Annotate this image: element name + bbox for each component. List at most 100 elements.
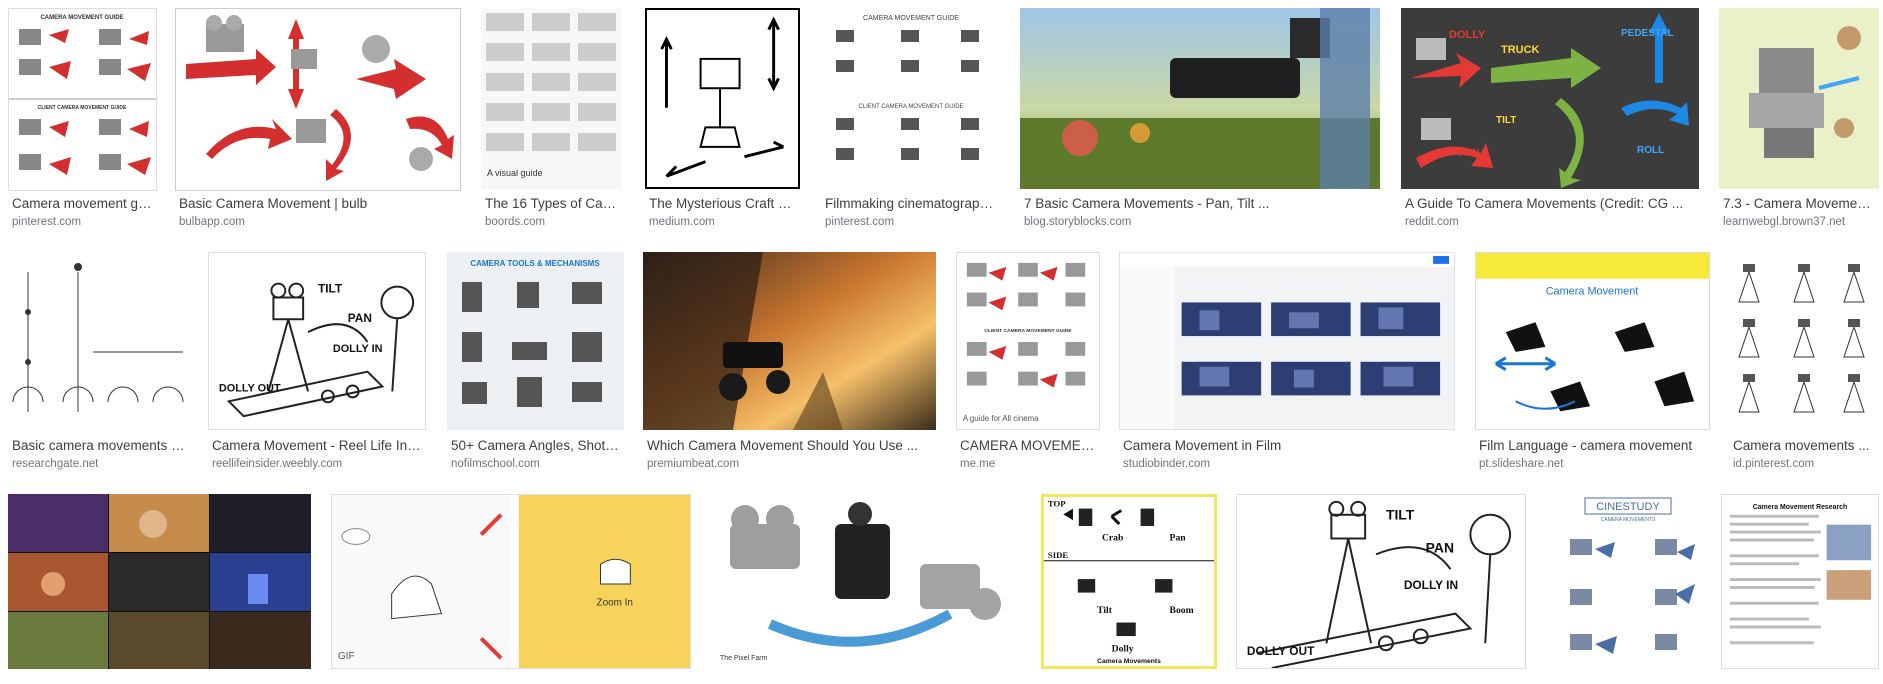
result-title[interactable]: Basic Camera Movement | bulb [179,196,457,212]
tilt-label: TILT [318,282,343,296]
result-source[interactable]: reellifeinsider.weebly.com [212,457,424,471]
result-source[interactable]: pt.slideshare.net [1479,457,1708,471]
image-result[interactable]: Which Camera Movement Should You Use ...… [643,252,936,470]
result-source[interactable]: bulbapp.com [179,215,457,229]
guide-header-text: CAMERA MOVEMENT GUIDE [40,15,123,21]
thumbnail[interactable]: CAMERA MOVEMENT GUIDE CLIENT CAMERA MOVE… [8,8,157,191]
tilt-label: TILT [1386,507,1415,523]
result-source[interactable]: studiobinder.com [1123,457,1453,471]
thumbnail[interactable]: Camera Movement Research [1721,494,1879,669]
image-result[interactable]: 7.3 - Camera Movement ... learnwebgl.bro… [1719,8,1879,228]
caption-label: Camera Movements [1097,658,1161,665]
pan-label: PAN [348,311,372,325]
result-title[interactable]: The 16 Types of Camer... [485,196,620,212]
image-result[interactable]: CAMERA TOOLS & MECHANISMS 50+ Camera Ang… [447,252,624,470]
zoom-in-label: Zoom In [597,598,633,609]
result-title[interactable]: The Mysterious Craft of ... [649,196,798,212]
thumbnail[interactable]: Camera Movement [1475,252,1710,430]
image-result[interactable]: CAMERA MOVEMENT GUIDE CLIENT CAMERA MOVE… [8,8,157,228]
image-result[interactable]: The Pixel Farm [710,494,1022,674]
result-source[interactable]: nofilmschool.com [451,457,622,471]
thumbnail[interactable] [1729,252,1879,430]
results-row-3: GIF Zoom In The Pixel Farm TOP Crab Pan [0,494,1883,684]
thumbnail[interactable] [643,252,936,430]
thumbnail[interactable] [1020,8,1380,189]
result-title[interactable]: 50+ Camera Angles, Shots, a... [451,438,622,454]
client-header-text: CLIENT CAMERA MOVEMENT GUIDE [858,104,963,110]
result-source[interactable]: medium.com [649,215,798,229]
thumbnail[interactable]: CLIENT CAMERA MOVEMENT GUIDE A guide for… [956,252,1100,430]
truck-label: TRUCK [1501,44,1540,56]
result-title[interactable]: 7 Basic Camera Movements - Pan, Tilt ... [1024,196,1378,212]
thumbnail[interactable]: TILT PAN DOLLY IN DOLLY OUT [1236,494,1526,669]
result-source[interactable]: reddit.com [1405,215,1697,229]
image-result[interactable]: Camera movements ... id.pinterest.com [1729,252,1879,470]
pan-label: Pan [1170,532,1187,543]
result-source[interactable]: researchgate.net [12,457,186,471]
result-source[interactable]: learnwebgl.brown37.net [1723,215,1877,229]
result-title[interactable]: Film Language - camera movement [1479,438,1708,454]
results-row-2: Basic camera movements in... researchgat… [0,252,1883,470]
research-title: Camera Movement Research [1753,504,1847,511]
thumbnail[interactable] [8,494,311,669]
image-result[interactable]: CAMERA MOVEMENT GUIDE CLIENT CAMERA MOVE… [821,8,1001,228]
result-source[interactable]: me.me [960,457,1098,471]
gif-badge: GIF [338,651,355,662]
thumbnail[interactable] [8,252,188,430]
result-title[interactable]: CAMERA MOVEMENT ... [960,438,1098,454]
side-label: SIDE [1048,550,1068,560]
image-result[interactable]: Basic Camera Movement | bulb bulbapp.com [175,8,461,228]
image-result[interactable]: Camera Movement Research [1721,494,1879,674]
result-source[interactable]: pinterest.com [12,215,153,229]
result-title[interactable]: A Guide To Camera Movements (Credit: CG … [1405,196,1697,212]
image-result[interactable]: Camera Movement in Film studiobinder.com [1119,252,1455,470]
thumbnail[interactable]: TILT PAN DOLLY IN DOLLY OUT [208,252,426,430]
thumbnail[interactable] [1119,252,1455,430]
result-title[interactable]: Camera movements ... [1733,438,1877,454]
thumbnail[interactable]: TOP Crab Pan SIDE Tilt Boom Dolly Camera… [1041,494,1217,669]
image-result[interactable]: DOLLY TRUCK PEDESTAL PAN TILT ROLL A Gui… [1401,8,1699,228]
result-source[interactable]: pinterest.com [825,215,999,229]
result-title[interactable]: Filmmaking cinematography ... [825,196,999,212]
image-result[interactable]: GIF Zoom In [331,494,691,674]
boom-label: Boom [1170,605,1194,616]
result-title[interactable]: Camera Movement - Reel Life Insider [212,438,424,454]
image-result[interactable] [8,494,311,674]
dolly-out-label: DOLLY OUT [219,382,281,394]
thumbnail[interactable]: CINESTUDY CAMERA MOVEMENTS [1555,494,1702,669]
thumbnail[interactable]: The Pixel Farm [710,494,1022,669]
image-result[interactable]: Basic camera movements in... researchgat… [8,252,188,470]
result-title[interactable]: Which Camera Movement Should You Use ... [647,438,934,454]
image-result[interactable]: CINESTUDY CAMERA MOVEMENTS [1555,494,1702,674]
result-source[interactable]: boords.com [485,215,620,229]
tilt-label: TILT [1496,115,1516,126]
cinestudy-subtitle: CAMERA MOVEMENTS [1601,517,1656,523]
result-source[interactable]: premiumbeat.com [647,457,934,471]
thumbnail[interactable] [175,8,461,191]
tools-header: CAMERA TOOLS & MECHANISMS [470,259,600,268]
image-result[interactable]: The Mysterious Craft of ... medium.com [645,8,800,228]
thumbnail[interactable] [645,8,800,189]
result-title[interactable]: Camera Movement in Film [1123,438,1453,454]
image-result[interactable]: TILT PAN DOLLY IN DOLLY OUT [1236,494,1526,674]
result-source[interactable]: blog.storyblocks.com [1024,215,1378,229]
thumbnail[interactable]: CAMERA TOOLS & MECHANISMS [447,252,624,430]
result-source[interactable]: id.pinterest.com [1733,457,1877,471]
image-result[interactable]: CLIENT CAMERA MOVEMENT GUIDE A guide for… [956,252,1100,470]
image-result[interactable]: Camera Movement Film Language - camera m… [1475,252,1710,470]
dolly-out-label: DOLLY OUT [1247,644,1315,658]
thumbnail[interactable] [1719,8,1879,189]
thumbnail[interactable]: GIF Zoom In [331,494,691,669]
image-result[interactable]: TOP Crab Pan SIDE Tilt Boom Dolly Camera… [1041,494,1217,674]
image-result[interactable]: A visual guide The 16 Types of Camer... … [481,8,622,228]
image-result[interactable]: TILT PAN DOLLY IN DOLLY OUT Camera Movem… [208,252,426,470]
thumbnail[interactable]: A visual guide [481,8,622,189]
result-title[interactable]: Camera movement gui... [12,196,153,212]
thumbnail[interactable]: CAMERA MOVEMENT GUIDE CLIENT CAMERA MOVE… [821,8,1001,189]
image-result[interactable]: 7 Basic Camera Movements - Pan, Tilt ...… [1020,8,1380,228]
thumbnail[interactable]: DOLLY TRUCK PEDESTAL PAN TILT ROLL [1401,8,1699,189]
pedestal-label: PEDESTAL [1621,28,1674,39]
result-title[interactable]: 7.3 - Camera Movement ... [1723,196,1877,212]
result-title[interactable]: Basic camera movements in... [12,438,186,454]
pan-label: PAN [1426,539,1454,555]
